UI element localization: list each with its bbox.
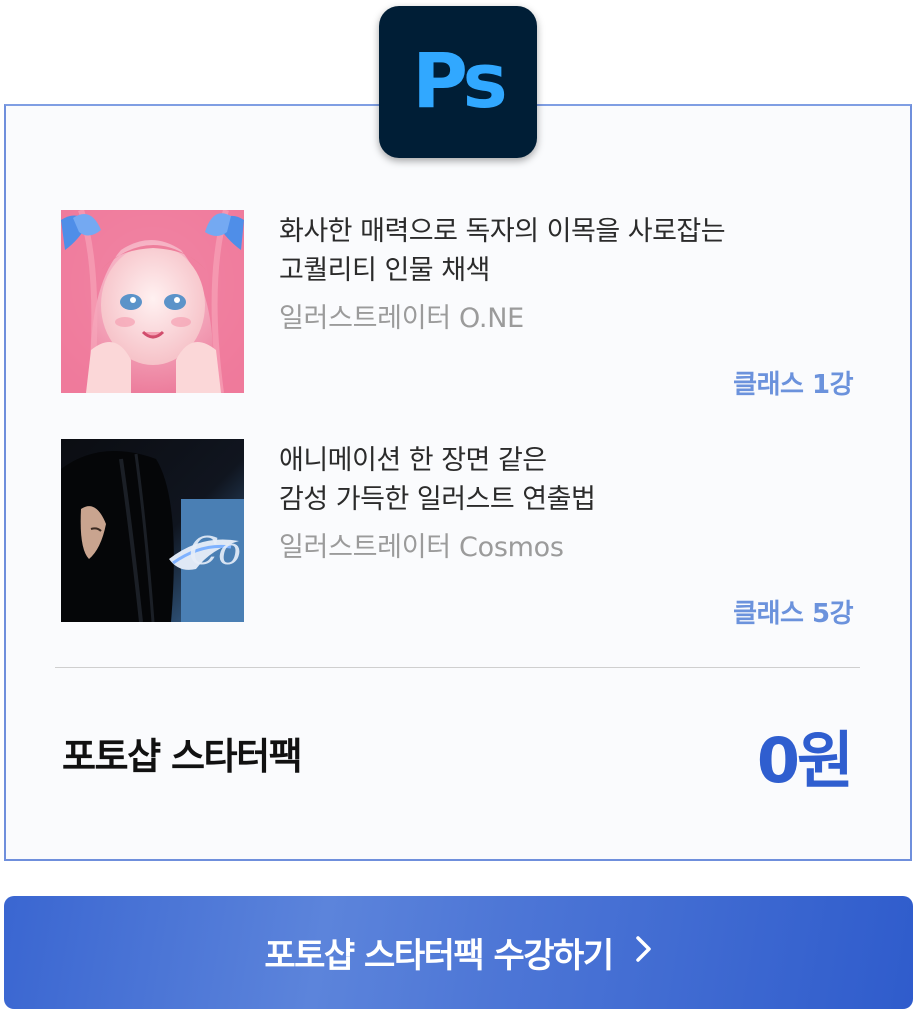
- course-title-1: 화사한 매력으로 독자의 이목을 사로잡는 고퀄리티 인물 채색: [279, 212, 839, 290]
- logo-text: Ps: [412, 35, 508, 125]
- enroll-button[interactable]: 포토샵 스타터팩 수강하기: [4, 896, 913, 1009]
- course-thumbnail-1: [61, 210, 244, 393]
- course-title-line: 애니메이션 한 장면 같은: [279, 445, 547, 476]
- course-title-line: 감성 가득한 일러스트 연출법: [279, 484, 596, 515]
- package-name: 포토샵 스타터팩: [62, 735, 303, 778]
- course-class-count-2: 클래스 5강: [733, 599, 853, 629]
- course-author-1: 일러스트레이터 O.NE: [279, 303, 524, 334]
- course-class-count-1: 클래스 1강: [733, 370, 853, 400]
- divider: [55, 667, 860, 668]
- photoshop-logo-icon: Ps: [379, 6, 537, 158]
- course-author-2: 일러스트레이터 Cosmos: [279, 532, 564, 563]
- course-thumbnail-2: Co: [61, 439, 244, 622]
- course-title-2: 애니메이션 한 장면 같은 감성 가득한 일러스트 연출법: [279, 441, 839, 519]
- course-item-2[interactable]: Co 애니메이션 한 장면 같은 감성 가득한 일러스트 연출법 일러스트레이터…: [61, 439, 861, 629]
- svg-text:Co: Co: [189, 529, 241, 573]
- package-price: 0원: [756, 724, 854, 797]
- chevron-right-icon: [635, 932, 653, 972]
- course-item-1[interactable]: 화사한 매력으로 독자의 이목을 사로잡는 고퀄리티 인물 채색 일러스트레이터…: [61, 210, 861, 400]
- course-title-line: 고퀄리티 인물 채색: [279, 255, 490, 286]
- enroll-button-label: 포토샵 스타터팩 수강하기: [264, 936, 614, 976]
- course-title-line: 화사한 매력으로 독자의 이목을 사로잡는: [279, 216, 726, 247]
